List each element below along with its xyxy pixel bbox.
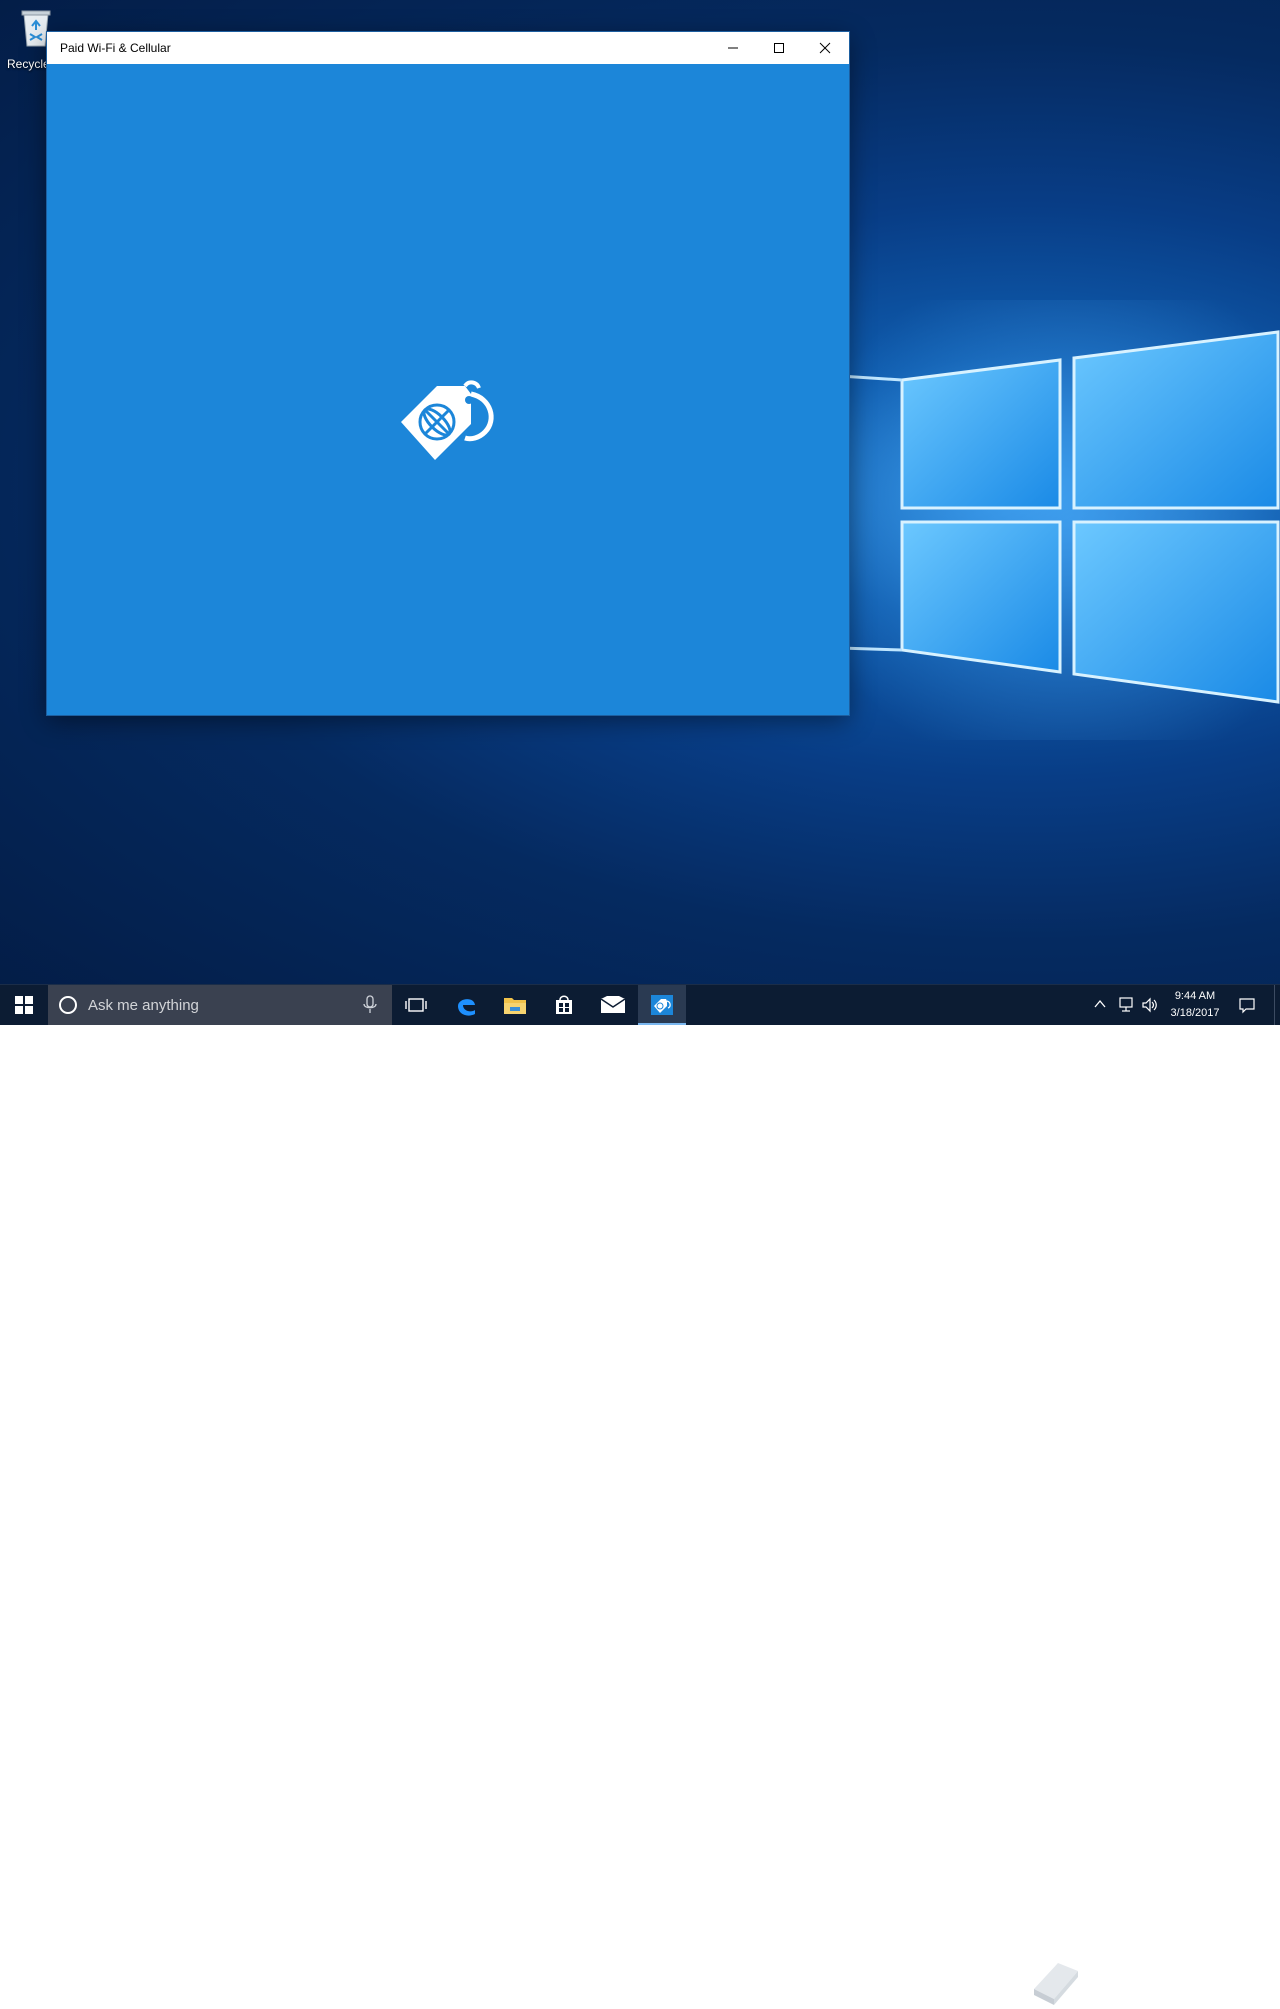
maximize-button[interactable] — [756, 32, 802, 64]
minimize-icon — [728, 47, 738, 49]
cortana-search-box[interactable]: Ask me anything — [48, 985, 392, 1025]
chevron-up-icon[interactable] — [1094, 997, 1106, 1011]
clock-time: 9:44 AM — [1174, 990, 1216, 1002]
book-watermark-icon — [1034, 1963, 1078, 2005]
close-icon — [819, 42, 831, 54]
paid-wifi-tag-globe-icon — [401, 380, 494, 460]
window-title: Paid Wi-Fi & Cellular — [60, 41, 171, 55]
mail-icon — [600, 996, 626, 1013]
task-view-icon — [405, 998, 427, 1012]
desktop: Recycle Paid Wi-Fi & Cellular — [0, 0, 1280, 1024]
store-button[interactable] — [540, 985, 588, 1025]
start-button[interactable] — [0, 985, 48, 1025]
volume-icon[interactable] — [1141, 996, 1159, 1014]
clock[interactable]: 9:44 AM 3/18/2017 — [1160, 988, 1230, 1022]
paid-wifi-taskbar-button[interactable] — [638, 985, 686, 1025]
minimize-button[interactable] — [710, 32, 756, 64]
paid-wifi-icon — [651, 995, 673, 1015]
microphone-icon[interactable] — [362, 995, 378, 1015]
edge-icon — [458, 999, 475, 1016]
cortana-icon — [59, 996, 77, 1014]
clock-date: 3/18/2017 — [1170, 1007, 1220, 1019]
windows-start-icon — [15, 996, 33, 1014]
edge-button[interactable] — [442, 985, 490, 1025]
network-icon[interactable] — [1118, 996, 1136, 1014]
watermark-text: The Collection Book — [1090, 1973, 1264, 1993]
file-explorer-button[interactable] — [491, 985, 539, 1025]
close-button[interactable] — [802, 32, 848, 64]
show-desktop-button[interactable] — [1274, 985, 1275, 1025]
mail-button[interactable] — [589, 985, 637, 1025]
maximize-icon — [774, 43, 784, 53]
search-placeholder: Ask me anything — [88, 997, 199, 1014]
paid-wifi-cellular-window[interactable]: Paid Wi-Fi & Cellular — [47, 32, 849, 715]
splash-screen — [47, 64, 849, 715]
notification-icon[interactable] — [1238, 996, 1256, 1014]
task-view-button[interactable] — [392, 985, 440, 1025]
windows-logo-wallpaper — [840, 300, 1280, 740]
store-icon — [556, 995, 572, 1014]
title-bar[interactable]: Paid Wi-Fi & Cellular — [47, 32, 849, 64]
taskbar: Ask me anything The Collection Book 9:44… — [0, 984, 1280, 2005]
folder-icon — [504, 998, 526, 1014]
